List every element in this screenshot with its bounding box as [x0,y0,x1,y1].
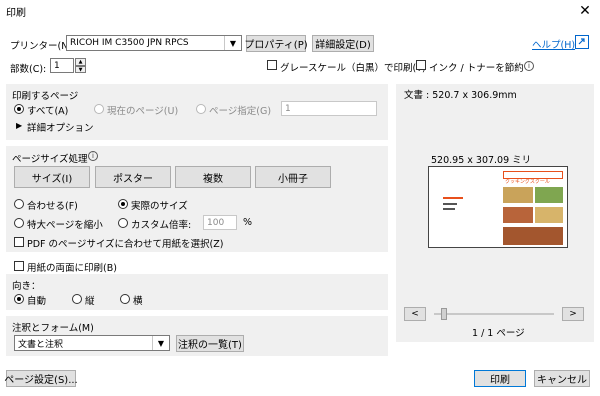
duplex-label: 用紙の両面に印刷(B) [27,263,117,274]
shrink-label: 特大ページを縮小 [27,220,103,231]
chevron-down-icon: ▼ [224,36,241,50]
thumbnail-photo [535,187,563,203]
thumbnail-photo [503,187,533,203]
save-ink-label: インク / トナーを節約 [429,63,524,74]
page-thumbnail: クッキングスクール [428,166,568,248]
booklet-button[interactable]: 小冊子 [255,166,331,188]
pages-all-label: すべて(A) [27,106,69,117]
actual-size-radio[interactable] [118,199,128,209]
custom-scale-label: カスタム倍率: [131,220,192,231]
grayscale-checkbox[interactable] [267,60,277,70]
fit-radio[interactable] [14,199,24,209]
poster-button[interactable]: ポスター [95,166,171,188]
close-icon[interactable]: ✕ [576,2,594,20]
orientation-portrait-label: 縦 [85,296,95,307]
properties-button[interactable]: プロパティ(P) [244,35,308,52]
shrink-radio[interactable] [14,218,24,228]
pages-specify-radio[interactable] [196,104,206,114]
comments-summary-button[interactable]: 注釈の一覧(T) [176,335,244,352]
chevron-down-icon: ▼ [152,336,169,350]
orientation-portrait-radio[interactable] [72,294,82,304]
comments-title: 注釈とフォーム(M) [12,323,94,334]
copies-label: 部数(C): [10,64,47,75]
printer-select[interactable]: RICOH IM C3500 JPN RPCS ▼ [66,35,242,51]
orientation-panel [6,274,388,310]
multiple-button[interactable]: 複数 [175,166,251,188]
help-icon[interactable] [575,35,589,49]
comments-select[interactable]: 文書と注釈 ▼ [14,335,170,351]
orientation-auto-label: 自動 [27,296,47,307]
orientation-title: 向き： [12,281,41,292]
pages-current-label: 現在のページ(U) [107,106,179,117]
thumbnail-photo [503,207,533,223]
page-slider-thumb[interactable] [441,308,447,320]
paper-size-label: 520.95 x 307.09 ミリ [431,155,532,166]
pdf-paper-checkbox[interactable] [14,237,24,247]
more-options-link[interactable]: 詳細オプション [27,120,94,134]
thumbnail-photo [503,227,563,245]
size-button[interactable]: サイズ(I) [14,166,90,188]
thumbnail-logo [443,197,463,199]
thumbnail-brand: クッキングスクール [505,179,550,185]
pages-specify-label: ページ指定(G) [209,106,272,117]
pages-title: 印刷するページ [12,91,79,102]
percent-label: % [243,217,253,228]
cancel-button[interactable]: キャンセル [534,370,590,387]
pages-specify-input[interactable]: 1 [281,101,377,116]
custom-scale-input[interactable]: 100 [203,215,237,230]
document-size-label: 文書 : 520.7 x 306.9mm [404,90,517,101]
save-ink-checkbox[interactable] [416,60,426,70]
prev-page-button[interactable]: < [404,307,426,321]
sizing-info-icon[interactable]: i [88,151,98,161]
info-icon[interactable]: i [524,61,534,71]
thumbnail-text-line [443,208,455,210]
duplex-checkbox[interactable] [14,261,24,271]
print-button[interactable]: 印刷 [474,370,526,387]
title-bar [0,0,600,22]
grayscale-label: グレースケール（白黒）で印刷(Y) [280,63,426,74]
next-page-button[interactable]: > [562,307,584,321]
actual-size-label: 実際のサイズ [131,201,188,212]
orientation-landscape-radio[interactable] [120,294,130,304]
printer-value: RICOH IM C3500 JPN RPCS [70,38,189,48]
orientation-landscape-label: 横 [133,296,143,307]
thumbnail-photo [535,207,563,223]
pdf-paper-label: PDF のページサイズに合わせて用紙を選択(Z) [27,239,224,250]
custom-scale-radio[interactable] [118,218,128,228]
pages-all-radio[interactable] [14,104,24,114]
thumbnail-text-line [443,203,457,205]
pages-current-radio[interactable] [94,104,104,114]
window-title: 印刷 [6,8,26,19]
copies-input[interactable]: 1 [50,58,74,73]
page-count-label: 1 / 1 ページ [472,328,525,339]
expand-triangle-icon[interactable]: ▶ [16,121,22,130]
page-slider-track[interactable] [434,313,554,315]
sizing-title: ページサイズ処理 [12,154,88,165]
copies-up-button[interactable]: ▲ [75,58,86,66]
copies-down-button[interactable]: ▼ [75,66,86,73]
fit-label: 合わせる(F) [27,201,78,212]
page-setup-button[interactable]: ページ設定(S)... [4,370,78,387]
orientation-auto-radio[interactable] [14,294,24,304]
help-link[interactable]: ヘルプ(H) [532,37,575,51]
advanced-button[interactable]: 詳細設定(D) [312,35,374,52]
comments-value: 文書と注釈 [18,339,64,350]
